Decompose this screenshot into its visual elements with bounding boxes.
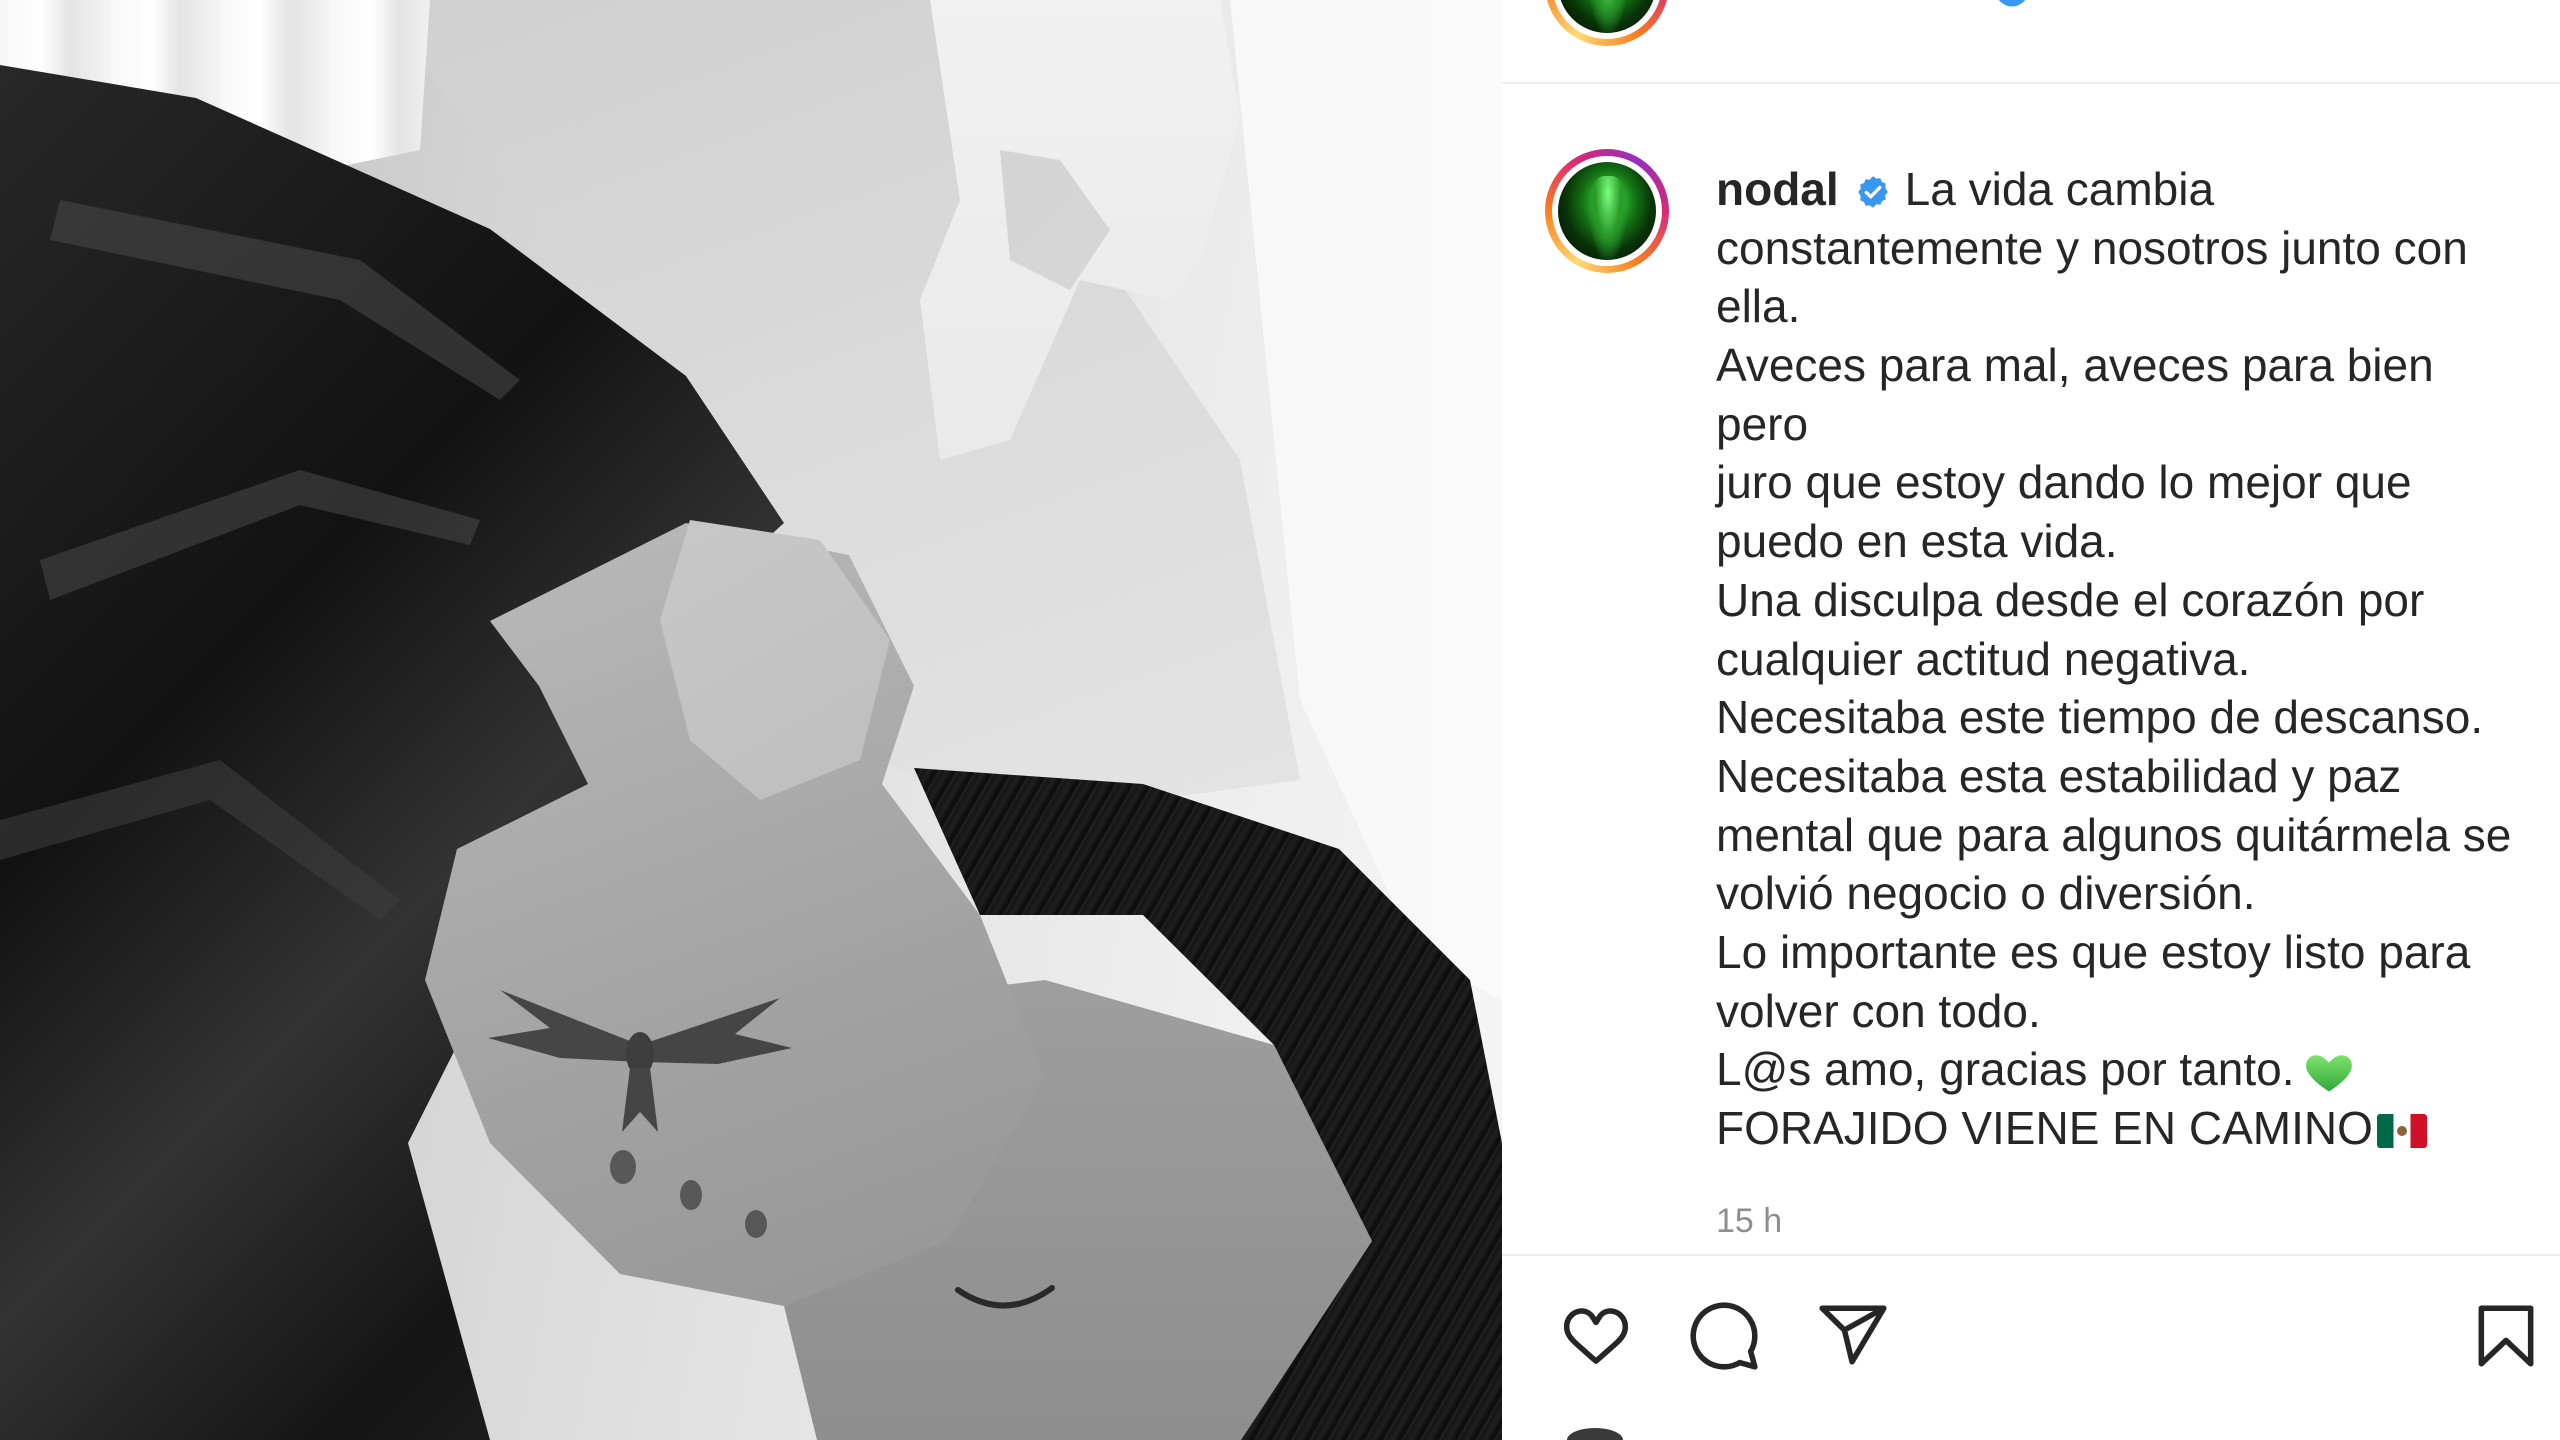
- caption-line-with-emoji: FORAJIDO VIENE EN CAMINO: [1716, 1099, 2511, 1158]
- caption-line: ella.: [1716, 280, 1801, 333]
- save-button[interactable]: [2469, 1299, 2543, 1373]
- caption-line: Necesitaba este tiempo de descanso.: [1716, 691, 2484, 744]
- photo-bird-tattoo: [488, 990, 792, 1132]
- caption-line: Aveces para mal, aveces para bien: [1716, 339, 2434, 392]
- caption-line: Necesitaba esta estabilidad y paz: [1716, 749, 2402, 802]
- caption-text: L@s amo, gracias por tanto.: [1716, 1043, 2295, 1096]
- post-timestamp[interactable]: 15 h: [1716, 1200, 1782, 1242]
- caption-line: mental que para algunos quitármela se: [1716, 808, 2512, 861]
- caption: nodal La vida cambia constantemente y no…: [1716, 160, 2511, 1158]
- share-icon: [1819, 1305, 1887, 1365]
- caption-text: FORAJIDO VIENE EN CAMINO: [1716, 1102, 2373, 1154]
- caption-line: Lo importante es que estoy listo para: [1716, 925, 2471, 978]
- caption-line: volver con todo.: [1716, 984, 2041, 1037]
- bookmark-icon: [2478, 1305, 2534, 1367]
- caption-line: juro que estoy dando lo mejor que: [1716, 456, 2412, 509]
- photo-finger-tattoo: [610, 1150, 636, 1184]
- mexico-flag-emoji-icon: [2376, 1114, 2427, 1148]
- heart-icon: [1563, 1308, 1629, 1365]
- caption-first-line: nodal La vida cambia: [1716, 160, 2511, 219]
- liked-by-avatar[interactable]: [1567, 1428, 1623, 1440]
- verified-badge-icon: [1857, 176, 1888, 208]
- actions-divider: [1502, 1254, 2560, 1256]
- post-panel: nodal La vida cambia constantemente y no…: [1502, 0, 2560, 1440]
- caption-line: Una disculpa desde el corazón por: [1716, 573, 2425, 626]
- photo-finger-tattoo: [680, 1180, 702, 1210]
- green-heart-emoji-icon: [2305, 1055, 2352, 1092]
- caption-line: pero: [1716, 397, 1809, 450]
- photo-closed-eye: [955, 1285, 1055, 1309]
- comment-button[interactable]: [1687, 1299, 1761, 1373]
- comment-icon: [1690, 1302, 1758, 1370]
- caption-line-with-emoji: L@s amo, gracias por tanto.: [1716, 1040, 2511, 1099]
- header-divider: [1502, 82, 2560, 84]
- post-photo[interactable]: [0, 0, 1502, 1440]
- caption-line: constantemente y nosotros junto con: [1716, 221, 2468, 274]
- share-button[interactable]: [1816, 1299, 1890, 1373]
- caption-line: volvió negocio o diversión.: [1716, 867, 2256, 920]
- header-verified-icon: [1994, 0, 2032, 8]
- story-ring: [1545, 0, 1669, 46]
- caption-line: puedo en esta vida.: [1716, 515, 2118, 568]
- caption-line: cualquier actitud negativa.: [1716, 632, 2251, 685]
- like-button[interactable]: [1559, 1299, 1633, 1373]
- photo-finger-tattoo: [745, 1210, 767, 1238]
- caption-avatar[interactable]: [1545, 149, 1669, 273]
- caption-text: La vida cambia: [1904, 163, 2215, 215]
- header-avatar[interactable]: [1545, 0, 1669, 46]
- username-link[interactable]: nodal: [1716, 163, 1839, 215]
